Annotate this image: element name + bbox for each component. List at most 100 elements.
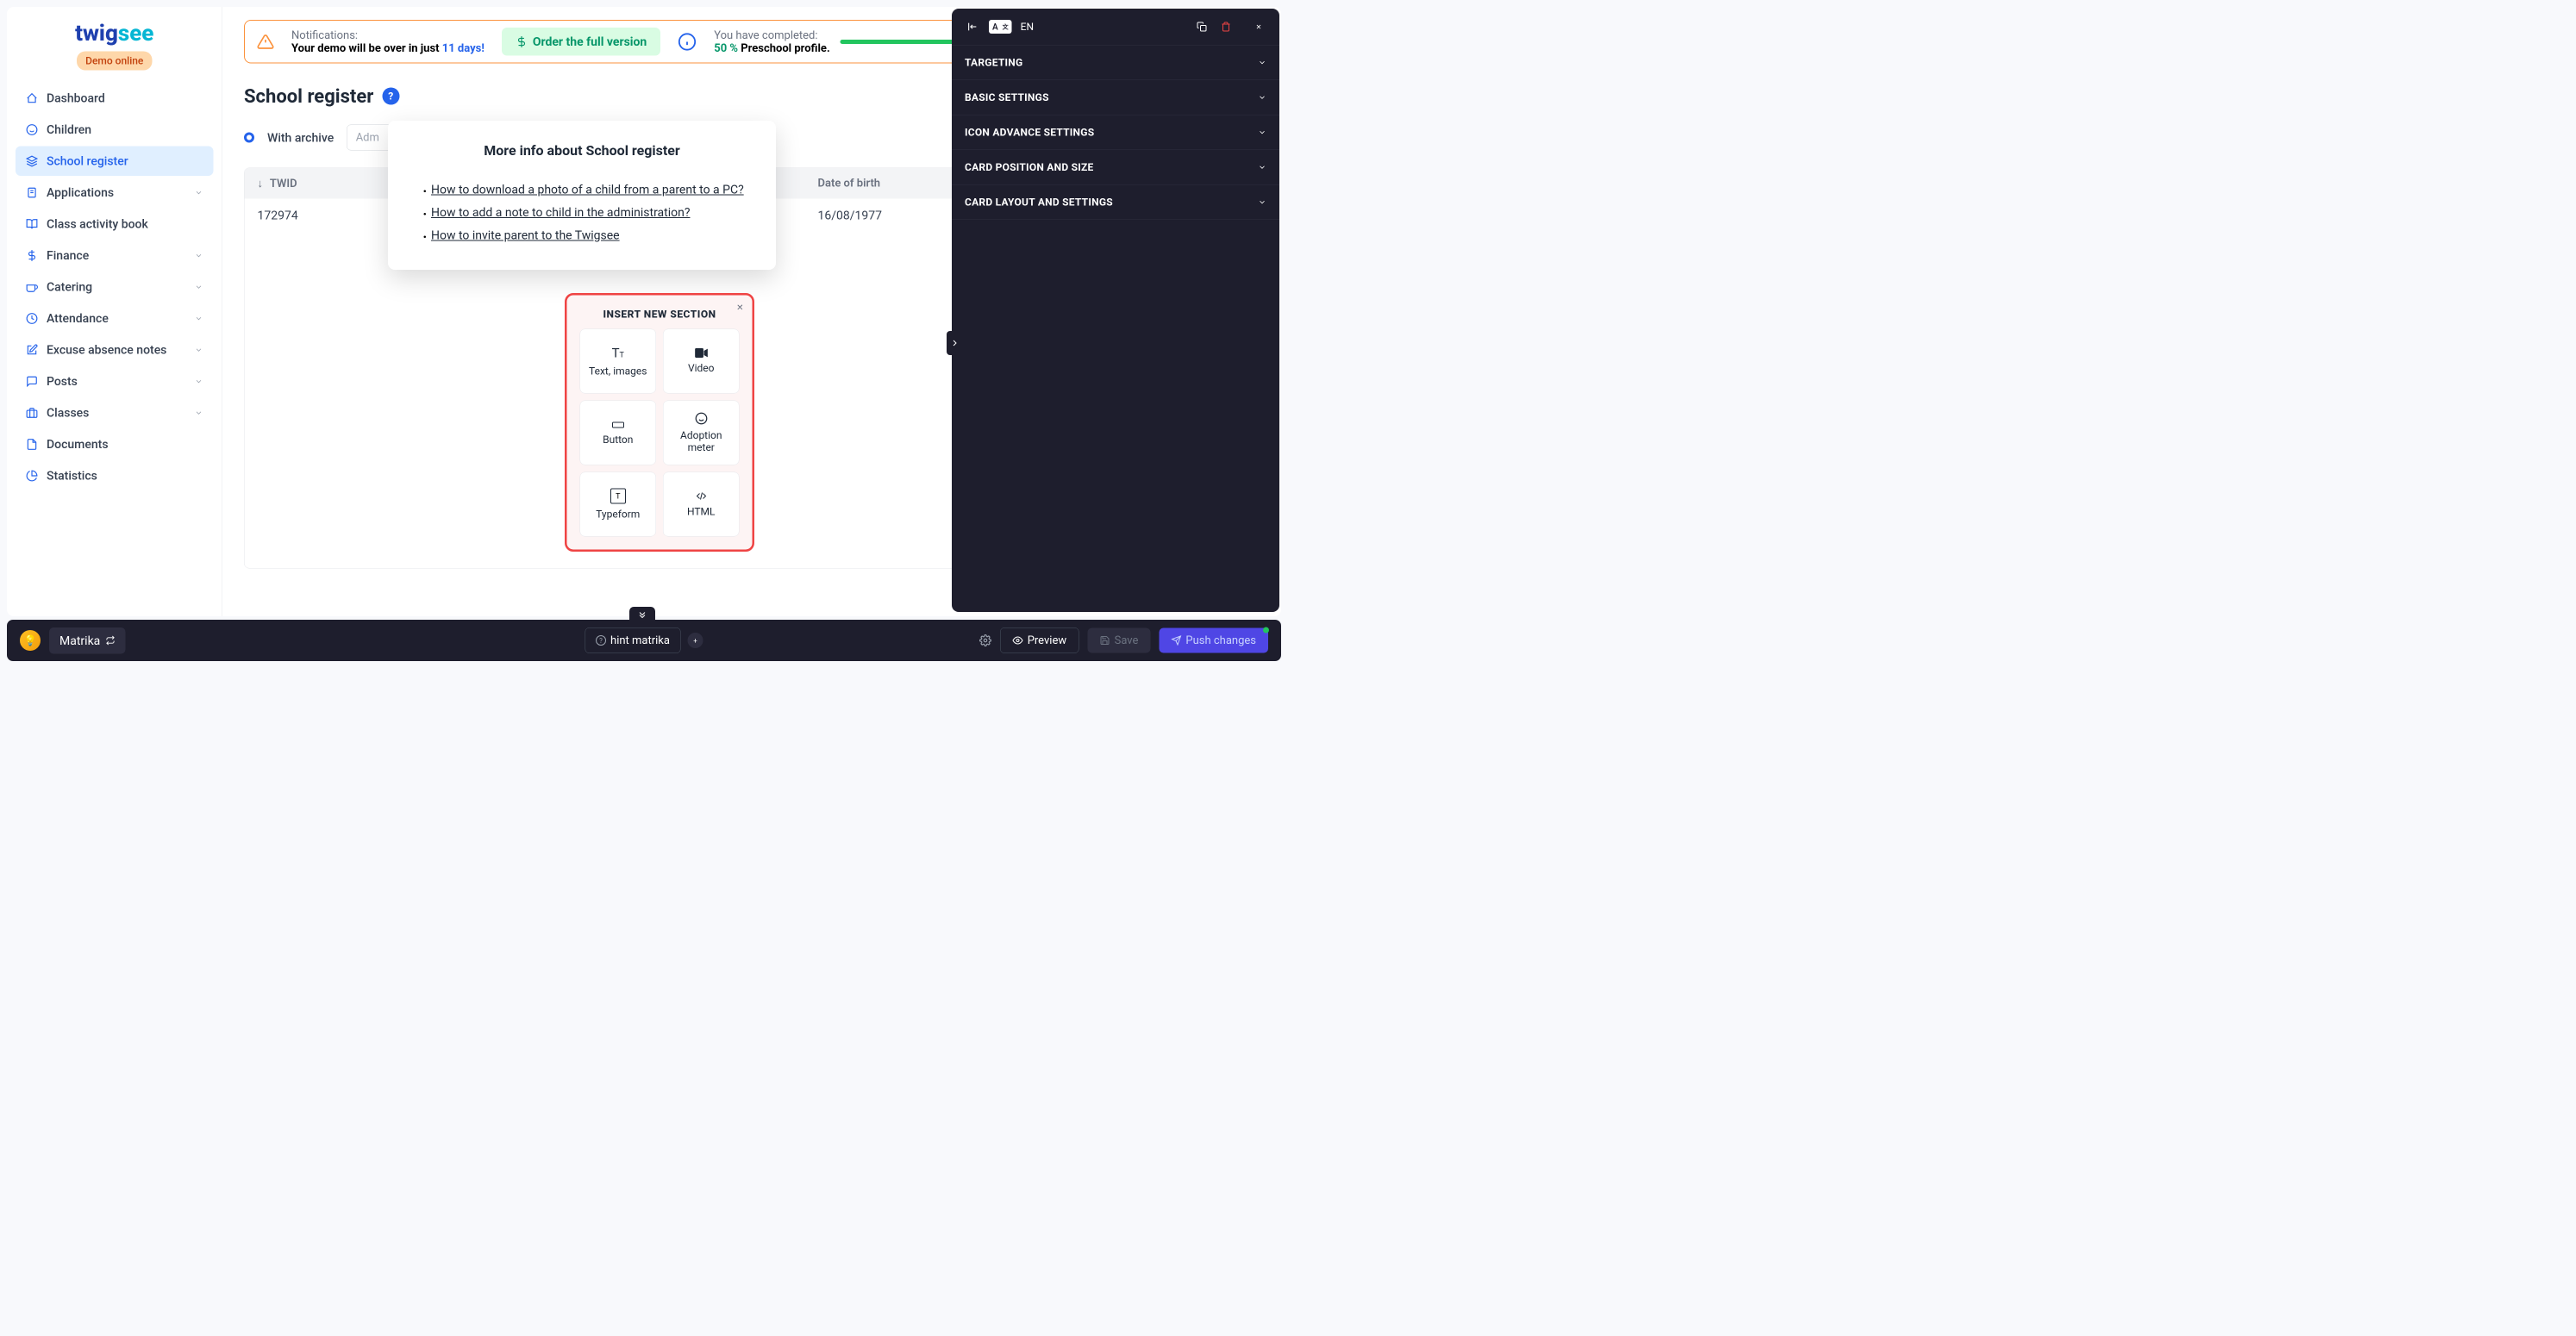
smile-icon — [26, 123, 38, 135]
button-icon — [611, 420, 624, 429]
sidebar-item-label: Class activity book — [47, 217, 148, 232]
panel-header: A文 EN ✕ — [952, 9, 1279, 45]
sidebar-item-label: Documents — [47, 437, 109, 452]
sidebar-item-documents[interactable]: Documents — [16, 429, 214, 459]
chevron-down-icon — [195, 346, 203, 354]
panel-toggle-button[interactable] — [947, 331, 962, 355]
video-icon — [695, 348, 708, 358]
info-popover: More info about School register How to d… — [388, 121, 776, 270]
bottom-toolbar: 💡 Matrika ? hint matrika + Preview Save — [7, 620, 1281, 661]
dollar-icon — [26, 249, 38, 261]
sidebar-item-classes[interactable]: Classes — [16, 398, 214, 428]
insert-card-video[interactable]: Video — [663, 329, 740, 394]
sidebar-item-label: Excuse absence notes — [47, 343, 166, 358]
sidebar: twigsee Demo online Dashboard Children S… — [7, 7, 222, 616]
book-icon — [26, 218, 38, 230]
sidebar-item-dashboard[interactable]: Dashboard — [16, 84, 214, 114]
popover-link[interactable]: How to add a note to child in the admini… — [431, 205, 690, 220]
archive-radio[interactable] — [244, 133, 254, 143]
chevron-down-icon — [1258, 59, 1266, 67]
filter-label: With archive — [267, 130, 334, 145]
insert-card-adoption[interactable]: Adoption meter — [663, 401, 740, 465]
save-icon — [1100, 635, 1110, 646]
message-icon — [26, 375, 38, 387]
nav: Dashboard Children School register Appli… — [7, 84, 222, 604]
sidebar-item-applications[interactable]: Applications — [16, 178, 214, 208]
chevron-down-icon — [195, 251, 203, 259]
sidebar-item-label: Catering — [47, 280, 92, 295]
sidebar-item-label: Attendance — [47, 311, 109, 326]
sidebar-item-label: Children — [47, 122, 91, 137]
close-icon[interactable]: ✕ — [1251, 19, 1266, 34]
lightbulb-icon[interactable]: 💡 — [20, 630, 41, 651]
preview-button[interactable]: Preview — [1000, 627, 1079, 653]
chevron-down-icon — [1258, 93, 1266, 102]
insert-card-typeform[interactable]: T Typeform — [580, 472, 657, 537]
code-icon — [695, 491, 708, 502]
push-changes-button[interactable]: Push changes — [1159, 628, 1268, 653]
page-title: School register — [244, 85, 373, 108]
text-icon: TT — [612, 346, 624, 361]
sidebar-item-label: Statistics — [47, 469, 97, 484]
panel-section-targeting[interactable]: TARGETING — [952, 45, 1279, 80]
hint-chip[interactable]: ? hint matrika — [585, 627, 681, 653]
popover-title: More info about School register — [414, 142, 750, 159]
dock-icon[interactable] — [965, 19, 980, 34]
send-icon — [1171, 635, 1181, 646]
panel-section-basic[interactable]: BASIC SETTINGS — [952, 80, 1279, 115]
add-button[interactable]: + — [687, 633, 703, 648]
sidebar-item-excuse[interactable]: Excuse absence notes — [16, 335, 214, 365]
insert-card-text[interactable]: TT Text, images — [580, 329, 657, 394]
pie-chart-icon — [26, 470, 38, 482]
sidebar-item-label: School register — [47, 154, 128, 169]
matrika-chip[interactable]: Matrika — [49, 627, 125, 654]
help-icon[interactable]: ? — [382, 88, 399, 105]
sidebar-item-label: Classes — [47, 406, 89, 421]
language-badge[interactable]: A文 — [989, 20, 1012, 34]
sort-icon[interactable]: ↓ — [258, 178, 264, 190]
sidebar-item-children[interactable]: Children — [16, 115, 214, 145]
insert-card-html[interactable]: HTML — [663, 472, 740, 537]
sidebar-item-school-register[interactable]: School register — [16, 147, 214, 177]
help-icon: ? — [596, 635, 606, 646]
sidebar-item-attendance[interactable]: Attendance — [16, 303, 214, 334]
sidebar-item-finance[interactable]: Finance — [16, 240, 214, 271]
chevron-down-icon — [1258, 163, 1266, 172]
popover-link[interactable]: How to invite parent to the Twigsee — [431, 228, 620, 242]
logo-area: twigsee Demo online — [7, 20, 222, 84]
sidebar-item-posts[interactable]: Posts — [16, 366, 214, 396]
layers-icon — [26, 155, 38, 167]
trash-icon[interactable] — [1218, 19, 1234, 34]
sidebar-item-label: Finance — [47, 248, 89, 263]
insert-card-button[interactable]: Button — [580, 401, 657, 465]
sidebar-item-statistics[interactable]: Statistics — [16, 461, 214, 491]
info-icon — [678, 32, 697, 51]
language-label: EN — [1021, 21, 1034, 33]
order-button[interactable]: Order the full version — [502, 28, 660, 56]
sidebar-item-label: Applications — [47, 185, 114, 200]
eye-icon — [1013, 635, 1023, 646]
sidebar-item-catering[interactable]: Catering — [16, 272, 214, 303]
insert-section-panel: ✕ INSERT NEW SECTION TT Text, images Vid… — [565, 293, 754, 552]
chevron-down-icon — [1258, 128, 1266, 137]
clock-icon — [26, 312, 38, 324]
copy-icon[interactable] — [1194, 19, 1210, 34]
chevron-down-icon — [195, 283, 203, 291]
warning-icon — [257, 33, 274, 50]
sidebar-item-class-activity[interactable]: Class activity book — [16, 209, 214, 240]
panel-section-icon-advance[interactable]: ICON ADVANCE SETTINGS — [952, 115, 1279, 150]
cup-icon — [26, 281, 38, 293]
close-icon[interactable]: ✕ — [736, 303, 743, 313]
chevron-down-icon — [195, 314, 203, 322]
briefcase-icon — [26, 407, 38, 419]
sidebar-item-label: Posts — [47, 374, 78, 389]
save-button[interactable]: Save — [1088, 628, 1151, 653]
refresh-icon — [105, 636, 115, 646]
chevron-down-icon — [195, 409, 203, 417]
panel-section-card-layout[interactable]: CARD LAYOUT AND SETTINGS — [952, 184, 1279, 220]
notification-text: Notifications: Your demo will be over in… — [291, 28, 485, 54]
demo-status-badge: Demo online — [77, 52, 152, 71]
panel-section-card-position[interactable]: CARD POSITION AND SIZE — [952, 150, 1279, 185]
gear-icon[interactable] — [979, 634, 991, 646]
popover-link[interactable]: How to download a photo of a child from … — [431, 183, 744, 197]
